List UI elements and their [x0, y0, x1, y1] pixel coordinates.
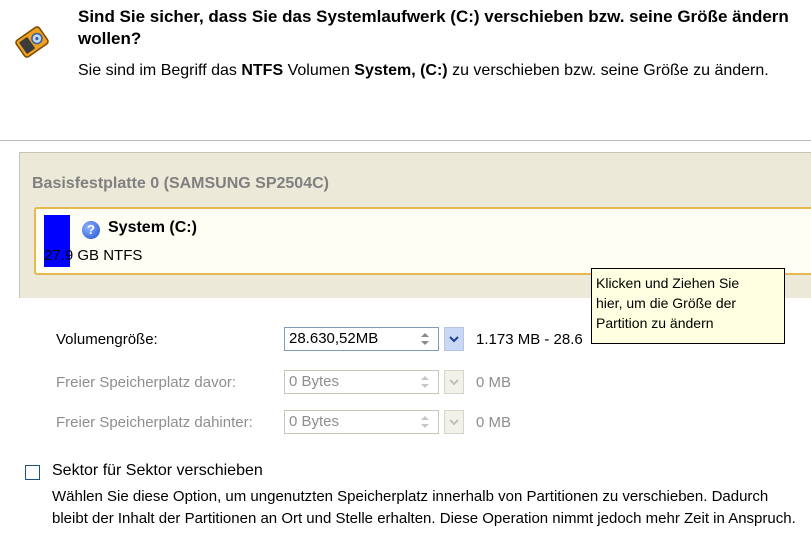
chevron-down-icon — [449, 419, 459, 426]
free-after-input[interactable]: 0 Bytes — [284, 410, 439, 434]
volume-size-range: 1.173 MB - 28.6 — [476, 331, 583, 348]
spin-arrows-icon[interactable] — [417, 330, 433, 348]
chevron-down-icon — [449, 379, 459, 386]
dialog-title: Sind Sie sicher, dass Sie das Systemlauf… — [78, 7, 789, 48]
subtitle-text: zu verschieben bzw. seine Größe zu änder… — [447, 62, 769, 79]
chevron-down-icon — [449, 336, 459, 343]
sector-by-sector-description: Wählen Sie diese Option, um ungenutzten … — [52, 488, 796, 527]
volume-size-dropdown[interactable] — [444, 327, 464, 351]
filesystem-name: NTFS — [241, 62, 284, 79]
free-after-value: 0 Bytes — [289, 413, 340, 430]
subtitle-text: Sie sind im Begriff das — [78, 62, 242, 79]
volume-name: System, (C:) — [354, 62, 448, 79]
tooltip-line: Klicken und Ziehen Sie — [596, 275, 740, 291]
spin-arrows-icon[interactable] — [417, 373, 433, 391]
resize-tooltip: Klicken und Ziehen Sie hier, um die Größ… — [591, 268, 785, 344]
free-before-value: 0 Bytes — [289, 373, 340, 390]
free-before-label: Freier Speicherplatz davor: — [56, 374, 237, 391]
volume-size-label: Volumengröße: — [56, 331, 158, 348]
spin-arrows-icon[interactable] — [417, 413, 433, 431]
partition-size: 27.9 GB NTFS — [44, 247, 143, 264]
free-after-label: Freier Speicherplatz dahinter: — [56, 414, 253, 431]
disk-title: Basisfestplatte 0 (SAMSUNG SP2504C) — [32, 175, 329, 192]
tooltip-line: hier, um die Größe der — [596, 295, 737, 311]
free-after-range: 0 MB — [476, 414, 512, 431]
partition-block[interactable]: ? System (C:) 27.9 GB NTFS — [34, 207, 811, 275]
partition-name: System (C:) — [108, 219, 197, 236]
sector-by-sector-label[interactable]: Sektor für Sektor verschieben — [52, 462, 263, 480]
header: Sind Sie sicher, dass Sie das Systemlauf… — [0, 0, 811, 140]
free-before-input[interactable]: 0 Bytes — [284, 370, 439, 394]
dialog-subtitle: Sie sind im Begriff das NTFS Volumen Sys… — [78, 60, 778, 82]
volume-size-input[interactable]: 28.630,52MB — [284, 327, 439, 351]
volume-size-value: 28.630,52MB — [289, 330, 379, 347]
free-before-range: 0 MB — [476, 374, 512, 391]
free-after-dropdown[interactable] — [444, 410, 464, 434]
question-icon: ? — [82, 221, 100, 239]
tooltip-line: Partition zu ändern — [596, 315, 714, 331]
subtitle-text: Volumen — [283, 62, 355, 79]
header-divider — [0, 140, 811, 141]
free-before-dropdown[interactable] — [444, 370, 464, 394]
sector-by-sector-checkbox[interactable] — [25, 465, 40, 480]
disk-drive-icon — [15, 26, 49, 58]
